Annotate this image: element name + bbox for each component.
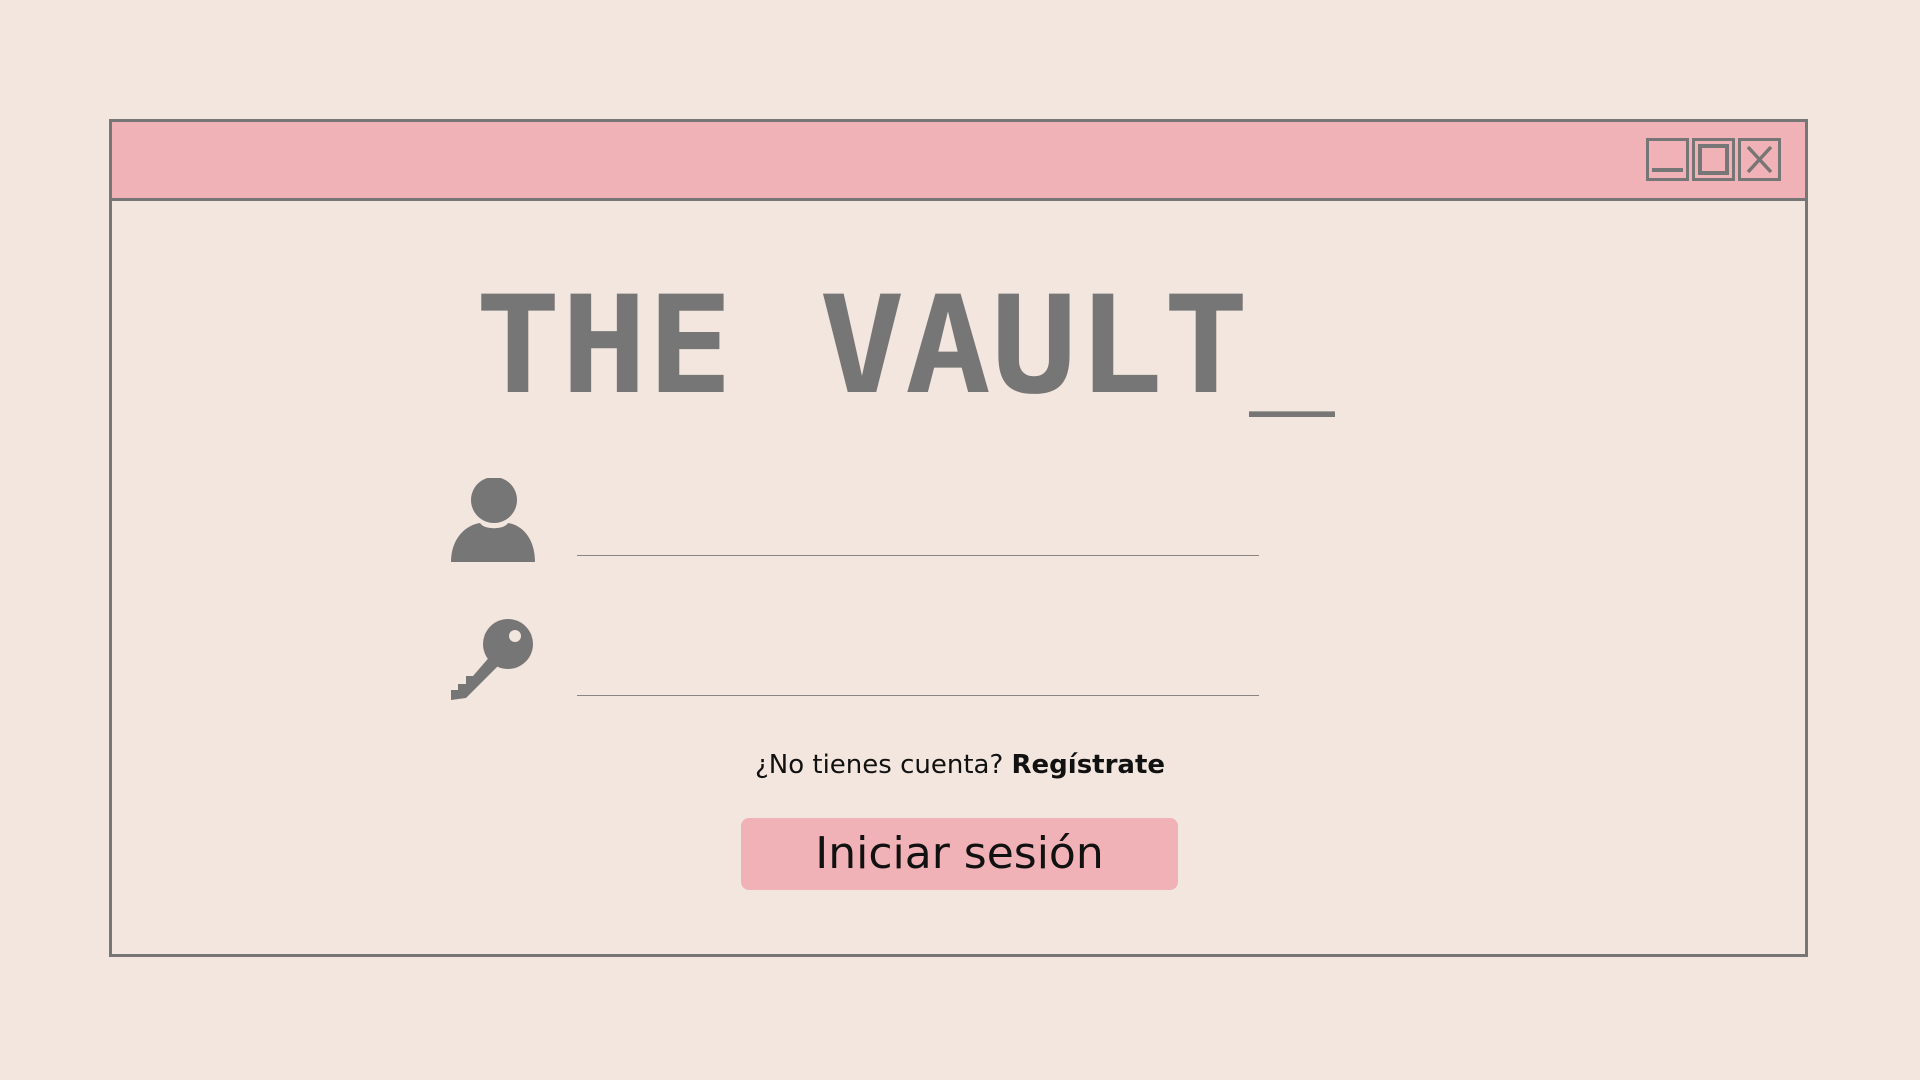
maximize-icon	[1698, 144, 1729, 175]
username-row	[440, 478, 1370, 568]
close-icon	[1746, 145, 1773, 174]
minimize-icon	[1652, 168, 1683, 172]
window-controls	[1646, 138, 1781, 181]
app-logo: THE VAULT_	[475, 267, 1335, 417]
minimize-button[interactable]	[1646, 138, 1689, 181]
maximize-button[interactable]	[1692, 138, 1735, 181]
register-link[interactable]: Regístrate	[1012, 750, 1166, 780]
username-input[interactable]	[577, 498, 1259, 556]
password-row	[440, 618, 1370, 708]
close-button[interactable]	[1738, 138, 1781, 181]
logo-text: THE VAULT_	[475, 267, 1335, 417]
signup-prompt-text: ¿No tienes cuenta?	[754, 750, 1012, 780]
password-input[interactable]	[577, 638, 1259, 696]
signup-prompt-line: ¿No tienes cuenta? Regístrate	[0, 750, 1920, 780]
user-icon	[451, 478, 535, 562]
login-button[interactable]: Iniciar sesión	[741, 818, 1178, 890]
key-icon	[451, 619, 533, 700]
